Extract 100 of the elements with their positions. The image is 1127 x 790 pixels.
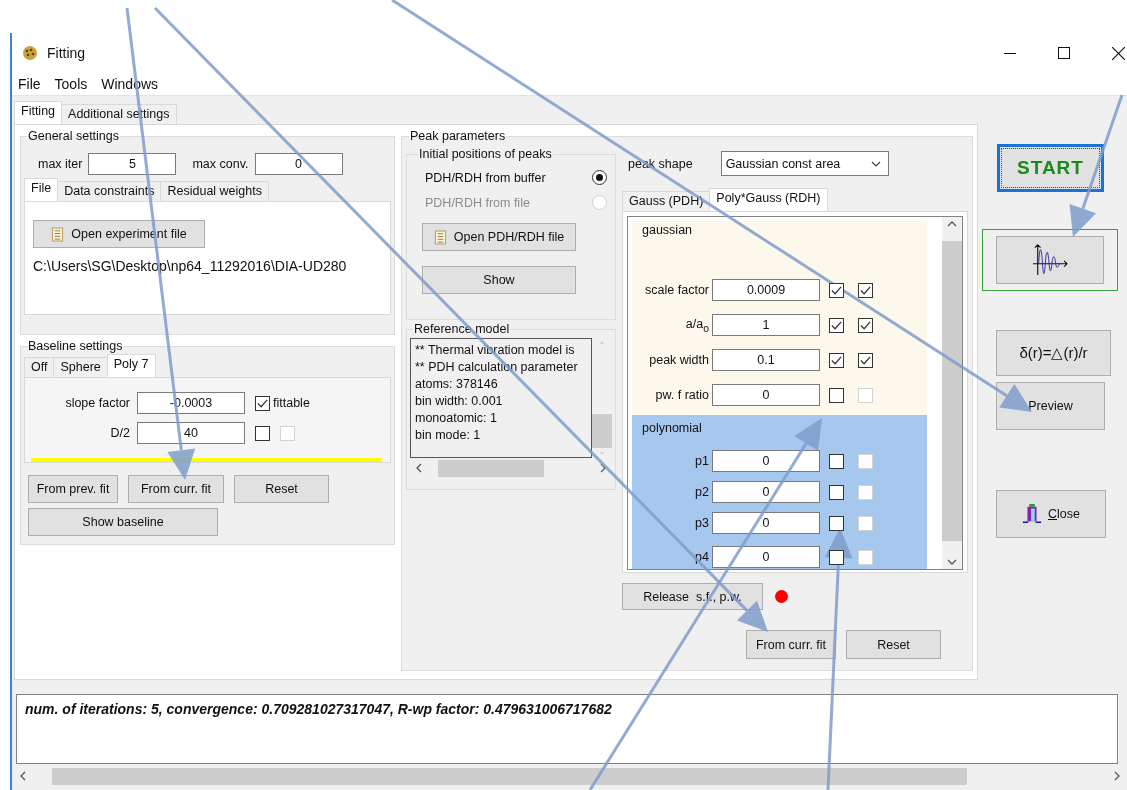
radio-label: PDH/RDH from buffer <box>425 170 546 185</box>
chevron-up-icon[interactable] <box>947 221 958 227</box>
maximize-icon[interactable] <box>1058 47 1070 59</box>
chevron-down-icon <box>870 160 881 167</box>
checkbox[interactable] <box>858 282 873 298</box>
field-label: D/2 <box>109 426 131 440</box>
field-label: slope factor <box>64 396 131 410</box>
action-button[interactable]: Preview <box>996 382 1105 430</box>
scroll-thumb[interactable] <box>592 414 612 448</box>
tab[interactable]: File <box>24 178 59 201</box>
file-path: C:\Users\SG\Desktop\np64_11292016\DIA-UD280 <box>33 258 347 274</box>
open-file-button[interactable]: Open experiment file <box>33 220 205 248</box>
input-field[interactable]: 5 <box>88 153 177 175</box>
field-label: a/a$_{o}$ <box>684 316 710 334</box>
tab[interactable]: Poly 7 <box>106 354 156 377</box>
input-field[interactable]: 1 <box>712 314 820 336</box>
checkbox[interactable] <box>829 352 844 368</box>
tab[interactable]: Off <box>24 357 55 377</box>
field-label: scale factor <box>644 283 710 297</box>
chevron-down-icon[interactable] <box>947 559 958 565</box>
input-field[interactable]: 40 <box>137 422 245 444</box>
close-icon[interactable] <box>1112 46 1125 60</box>
action-button[interactable]: From curr. fit <box>746 630 836 659</box>
release-button[interactable]: Release s.f., p.w. <box>622 583 763 610</box>
radio-label: PDH/RDH from file <box>425 195 530 210</box>
checkbox[interactable] <box>829 484 844 500</box>
radio-button[interactable] <box>592 170 607 185</box>
tab[interactable]: Gauss (PDH) <box>622 191 711 211</box>
section-title: polynomial <box>642 421 702 435</box>
action-button[interactable]: Reset <box>234 475 329 503</box>
field-label: p3 <box>694 516 710 530</box>
input-field[interactable]: 0.0009 <box>712 279 820 301</box>
input-field[interactable]: 0 <box>712 450 820 472</box>
input-field[interactable]: 0.1 <box>712 349 820 371</box>
text-line: ** PDH calculation parameter <box>415 359 579 376</box>
field-label: p2 <box>694 485 710 499</box>
text-line: atoms: 378146 <box>415 376 499 393</box>
text-line: bin width: 0.001 <box>415 393 504 410</box>
input-field[interactable]: 0 <box>712 546 820 568</box>
action-button[interactable]: From prev. fit <box>28 475 118 503</box>
show-baseline-button[interactable]: Show baseline <box>28 508 218 536</box>
scroll-thumb[interactable] <box>438 459 545 477</box>
checkbox[interactable] <box>858 352 873 368</box>
scroll-thumb[interactable] <box>52 767 967 785</box>
close-button[interactable]: Close <box>996 490 1106 538</box>
tab[interactable]: Fitting <box>14 101 63 124</box>
waveform-plot-icon <box>1031 243 1069 277</box>
group-title: Baseline settings <box>27 339 124 353</box>
checkbox[interactable] <box>829 453 844 469</box>
field-label: max conv. <box>192 157 249 171</box>
checkbox[interactable] <box>255 395 270 411</box>
text-line: bin mode: 1 <box>415 427 482 444</box>
tab[interactable]: Residual weights <box>160 181 269 201</box>
section-title: gaussian <box>642 223 693 237</box>
show-button[interactable]: Show <box>422 266 576 294</box>
chevron-left-icon[interactable] <box>416 463 422 473</box>
open-file-button[interactable]: Open PDH/RDH file <box>422 223 576 251</box>
field-label: peak shape <box>628 156 693 171</box>
chevron-left-icon[interactable] <box>20 771 26 781</box>
menu-item[interactable]: File <box>18 76 41 92</box>
field-label: p4 <box>694 550 710 564</box>
checkbox[interactable] <box>829 387 844 403</box>
checkbox[interactable] <box>858 317 873 333</box>
exit-icon <box>1022 503 1042 525</box>
window-title: Fitting <box>47 45 86 61</box>
field-label: p1 <box>694 454 710 468</box>
input-field[interactable]: -0.0003 <box>137 392 245 414</box>
checkbox-label: fittable <box>273 396 310 410</box>
field-label: max iter <box>38 157 83 171</box>
input-field[interactable]: 0 <box>712 384 820 406</box>
document-icon <box>433 229 447 245</box>
tab[interactable]: Poly*Gauss (RDH) <box>709 188 828 211</box>
group-title: Reference model <box>413 322 511 336</box>
tab[interactable]: Additional settings <box>61 104 177 124</box>
text-area[interactable]: ** Thermal vibration model is ** PDH calculation parameter atoms: 378146 bin width: 0.001 monoatomic: 1 bin mode: 1 <box>410 338 592 458</box>
text-line: ** Thermal vibration model is <box>415 342 576 359</box>
menu-item[interactable]: Tools <box>54 76 88 92</box>
action-button[interactable]: δ(r)=△(r)/r <box>996 330 1111 376</box>
menu-item[interactable]: Windows <box>101 76 159 92</box>
group-title: Initial positions of peaks <box>418 147 553 161</box>
chevron-right-icon[interactable] <box>1114 771 1120 781</box>
checkbox[interactable] <box>255 425 270 441</box>
plot-button[interactable] <box>996 236 1104 284</box>
app-icon <box>22 45 38 61</box>
checkbox[interactable] <box>829 515 844 531</box>
action-button[interactable]: From curr. fit <box>128 475 224 503</box>
document-icon <box>51 226 65 242</box>
checkbox[interactable] <box>829 282 844 298</box>
action-button[interactable]: Reset <box>846 630 941 659</box>
group-title: Peak parameters <box>409 129 507 143</box>
dropdown[interactable]: Gaussian const area <box>720 151 889 176</box>
log-text: num. of iterations: 5, convergence: 0.709281027317047, R-wp factor: 0.479631006717682 <box>25 701 612 717</box>
group-title: General settings <box>27 129 121 143</box>
input-field[interactable]: 0 <box>712 512 820 534</box>
field-label: peak width <box>648 353 710 367</box>
input-field[interactable]: 0 <box>254 153 343 175</box>
input-field[interactable]: 0 <box>712 481 820 503</box>
text-line: monoatomic: 1 <box>415 410 498 427</box>
tab[interactable]: Sphere <box>53 357 108 377</box>
checkbox[interactable] <box>829 317 844 333</box>
